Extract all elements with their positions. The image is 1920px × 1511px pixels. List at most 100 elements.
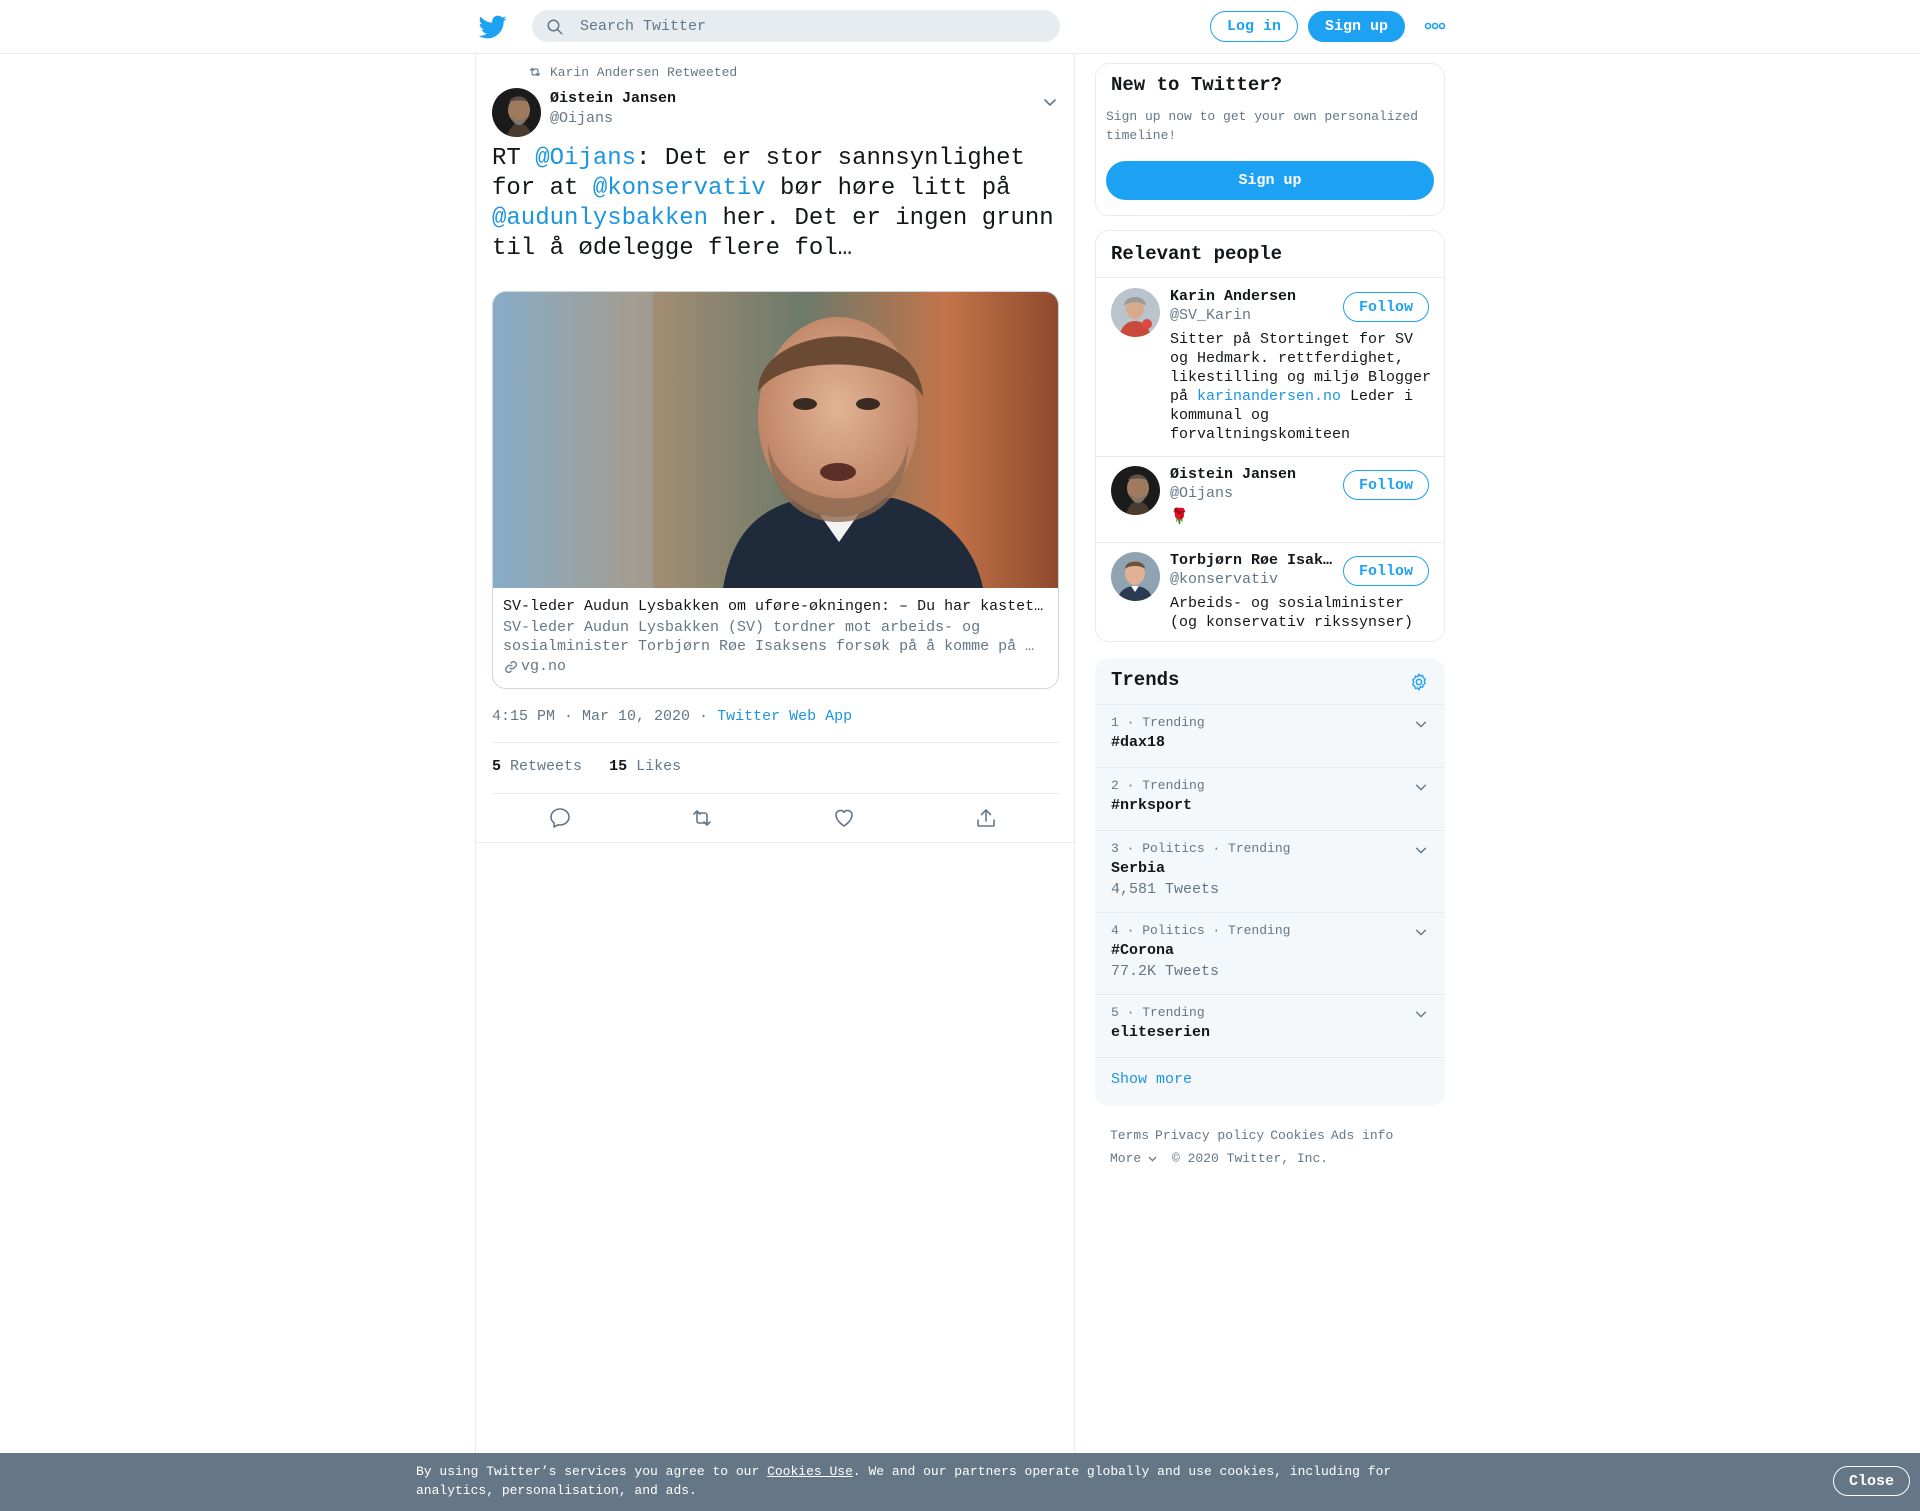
trend-meta: 3 · Politics · Trending xyxy=(1111,841,1291,856)
footer-more-menu[interactable]: More xyxy=(1110,1151,1158,1166)
retweets-label: Retweets xyxy=(510,758,583,775)
follow-button[interactable]: Follow xyxy=(1343,556,1429,586)
footer-link-cookies[interactable]: Cookies xyxy=(1270,1128,1325,1143)
tweet-timestamp[interactable]: 4:15 PM · Mar 10, 2020 xyxy=(492,708,690,725)
likes-count: 15 xyxy=(609,758,628,775)
settings-gear-icon[interactable] xyxy=(1409,672,1429,692)
footer-more-label: More xyxy=(1110,1151,1142,1166)
retweet-icon[interactable] xyxy=(690,806,714,830)
tweet-meta: 4:15 PM · Mar 10, 2020 · Twitter Web App xyxy=(492,708,852,725)
retweets-stat[interactable]: 5 Retweets xyxy=(492,758,582,775)
person-name[interactable]: Øistein Jansen xyxy=(1170,466,1338,483)
trend-meta: 5 · Trending xyxy=(1111,1005,1205,1020)
trend-item[interactable]: 1 · Trending #dax18 xyxy=(1096,704,1444,767)
close-cookie-button[interactable]: Close xyxy=(1833,1466,1910,1496)
author-name[interactable]: Øistein Jansen xyxy=(550,90,676,107)
footer-link-privacy[interactable]: Privacy policy xyxy=(1155,1128,1264,1143)
retweet-icon xyxy=(529,67,541,77)
tweet-text-part: RT xyxy=(492,145,536,172)
card-description: SV-leder Audun Lysbakken (SV) tordner mo… xyxy=(503,619,1035,655)
person-avatar[interactable] xyxy=(1111,466,1160,515)
divider xyxy=(476,842,1076,843)
footer-links: Terms Privacy policy Cookies Ads info More … xyxy=(1110,1124,1440,1170)
person-name[interactable]: Karin Andersen xyxy=(1170,288,1338,305)
author-handle[interactable]: @Oijans xyxy=(550,110,613,127)
person-name[interactable]: Torbjørn Røe Isaksen xyxy=(1170,552,1338,569)
panel-title: Relevant people xyxy=(1111,243,1283,265)
search-input[interactable] xyxy=(580,17,1040,35)
trend-item[interactable]: 3 · Politics · Trending Serbia 4,581 Twe… xyxy=(1096,830,1444,912)
chevron-down-icon[interactable] xyxy=(1414,1007,1428,1021)
tweet-source-link[interactable]: Twitter Web App xyxy=(717,708,852,725)
trend-name: #dax18 xyxy=(1111,734,1166,751)
likes-stat[interactable]: 15 Likes xyxy=(609,758,681,775)
footer-link-ads[interactable]: Ads info xyxy=(1331,1128,1393,1143)
search-icon xyxy=(547,19,563,35)
footer-link-terms[interactable]: Terms xyxy=(1110,1128,1149,1143)
likes-label: Likes xyxy=(636,758,682,775)
divider xyxy=(492,742,1060,743)
trends-panel: Trends 1 · Trending #dax18 2 · Trending … xyxy=(1095,658,1445,1106)
trend-name: eliteserien xyxy=(1111,1024,1211,1041)
chevron-down-icon[interactable] xyxy=(1042,94,1058,110)
person-handle[interactable]: @SV_Karin xyxy=(1170,307,1251,324)
new-to-twitter-panel: New to Twitter? Sign up now to get your … xyxy=(1095,63,1445,216)
card-domain: vg.no xyxy=(503,658,566,675)
chevron-down-icon xyxy=(1148,1156,1157,1162)
share-icon[interactable] xyxy=(974,806,998,830)
person-bio: Arbeids- og sosialminister (og konservat… xyxy=(1170,595,1414,631)
tweet-detail-column: Karin Andersen Retweeted Øistein Jansen … xyxy=(475,54,1076,1454)
mention-link[interactable]: @konservativ xyxy=(593,175,766,202)
copyright-text: © 2020 Twitter, Inc. xyxy=(1172,1151,1329,1166)
card-image xyxy=(493,292,1058,588)
login-button[interactable]: Log in xyxy=(1210,11,1298,42)
trend-tweet-count: 4,581 Tweets xyxy=(1111,881,1220,898)
cookies-use-link[interactable]: Cookies Use xyxy=(767,1464,853,1479)
cookie-text-part: By using Twitter’s services you agree to… xyxy=(416,1464,768,1479)
meta-separator: · xyxy=(690,708,718,725)
person-avatar[interactable] xyxy=(1111,552,1160,601)
trend-meta: 1 · Trending xyxy=(1111,715,1205,730)
chevron-down-icon[interactable] xyxy=(1414,843,1428,857)
trend-name: #nrksport xyxy=(1111,797,1193,814)
retweets-count: 5 xyxy=(492,758,502,775)
reply-icon[interactable] xyxy=(548,806,572,830)
tweet-actions xyxy=(492,794,1060,844)
chevron-down-icon[interactable] xyxy=(1414,925,1428,939)
person-handle[interactable]: @Oijans xyxy=(1170,485,1233,502)
trend-meta: 4 · Politics · Trending xyxy=(1111,923,1291,938)
tweet-text-part: bør høre litt på xyxy=(765,175,1011,202)
mention-link[interactable]: @audunlysbakken xyxy=(492,205,708,232)
trend-item[interactable]: 2 · Trending #nrksport xyxy=(1096,767,1444,830)
person-handle[interactable]: @konservativ xyxy=(1170,571,1278,588)
search-box[interactable] xyxy=(532,10,1060,42)
retweeted-by-text: Karin Andersen Retweeted xyxy=(550,64,738,80)
trend-name: Serbia xyxy=(1111,860,1166,877)
bio-link[interactable]: karinandersen.no xyxy=(1197,388,1341,405)
link-icon xyxy=(505,660,517,673)
cookie-text: By using Twitter’s services you agree to… xyxy=(416,1462,1416,1500)
chevron-down-icon[interactable] xyxy=(1414,717,1428,731)
trend-tweet-count: 77.2K Tweets xyxy=(1111,963,1220,980)
like-heart-icon[interactable] xyxy=(832,806,856,830)
person-card[interactable]: Karin Andersen @SV_Karin Follow Sitter p… xyxy=(1096,278,1444,456)
twitter-bird-logo-icon[interactable] xyxy=(478,13,508,41)
show-more-link[interactable]: Show more xyxy=(1111,1071,1192,1088)
sidebar-signup-button[interactable]: Sign up xyxy=(1106,161,1434,200)
person-avatar[interactable] xyxy=(1111,288,1160,337)
trend-item[interactable]: 4 · Politics · Trending #Corona 77.2K Tw… xyxy=(1096,912,1444,994)
signup-button[interactable]: Sign up xyxy=(1308,11,1405,42)
mention-link[interactable]: @Oijans xyxy=(535,145,636,172)
divider xyxy=(1096,1057,1444,1058)
chevron-down-icon[interactable] xyxy=(1414,780,1428,794)
relevant-people-panel: Relevant people Karin Andersen @SV_Karin… xyxy=(1095,230,1445,642)
person-card[interactable]: Torbjørn Røe Isaksen @konservativ Follow… xyxy=(1096,542,1444,640)
more-options-icon[interactable] xyxy=(1424,20,1446,32)
author-avatar[interactable] xyxy=(492,88,541,137)
trend-meta: 2 · Trending xyxy=(1111,778,1205,793)
follow-button[interactable]: Follow xyxy=(1343,470,1429,500)
person-card[interactable]: Øistein Jansen @Oijans Follow 🌹 xyxy=(1096,456,1444,542)
follow-button[interactable]: Follow xyxy=(1343,292,1429,322)
link-preview-card[interactable]: SV-leder Audun Lysbakken om uføre-økning… xyxy=(492,291,1059,689)
trend-item[interactable]: 5 · Trending eliteserien xyxy=(1096,994,1444,1057)
